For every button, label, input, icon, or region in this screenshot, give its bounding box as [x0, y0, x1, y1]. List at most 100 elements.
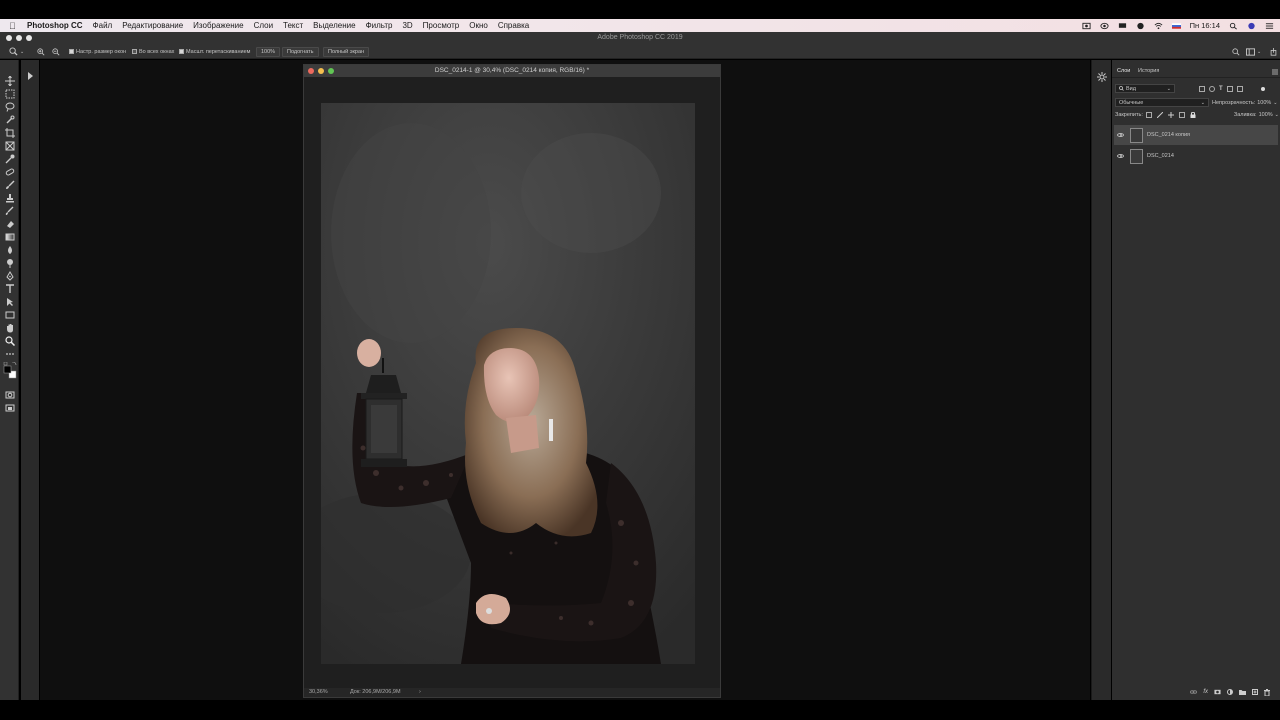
new-group-icon[interactable] — [1239, 689, 1246, 695]
minimize-window-button[interactable] — [16, 35, 22, 41]
clock[interactable]: Пн 16:14 — [1190, 21, 1220, 30]
menu-3d[interactable]: 3D — [402, 21, 412, 30]
layer-name[interactable]: DSC_0214 — [1147, 153, 1174, 159]
filter-adjustment-icon[interactable] — [1209, 85, 1215, 92]
more-tools-icon[interactable] — [5, 349, 15, 359]
zoom-tool-icon[interactable] — [5, 336, 15, 346]
siri-icon[interactable] — [1247, 22, 1256, 30]
move-tool-icon[interactable] — [5, 76, 15, 86]
menu-filter[interactable]: Фильтр — [366, 21, 393, 30]
blend-mode-select[interactable]: Обычные ⌄ — [1115, 98, 1209, 107]
link-layers-icon[interactable] — [1190, 689, 1198, 695]
menu-image[interactable]: Изображение — [193, 21, 243, 30]
layer-style-fx-icon[interactable]: fx — [1203, 689, 1208, 696]
tab-layers[interactable]: Слои — [1117, 68, 1130, 74]
lock-image-icon[interactable] — [1156, 112, 1163, 118]
layer-row[interactable]: DSC_0214 — [1114, 146, 1278, 166]
layer-name[interactable]: DSC_0214 копия — [1147, 132, 1190, 138]
screen-record-icon[interactable] — [1082, 22, 1091, 30]
menu-layer[interactable]: Слои — [254, 21, 273, 30]
brush-tool-icon[interactable] — [5, 180, 15, 190]
menu-select[interactable]: Выделение — [313, 21, 355, 30]
color-swatches-icon[interactable] — [3, 362, 17, 380]
cast-icon[interactable] — [1118, 22, 1127, 30]
doc-minimize-button[interactable] — [318, 68, 324, 74]
type-tool-icon[interactable] — [5, 284, 15, 294]
path-selection-tool-icon[interactable] — [5, 297, 15, 307]
filter-smart-object-icon[interactable] — [1236, 85, 1243, 92]
eraser-tool-icon[interactable] — [5, 219, 15, 229]
menu-file[interactable]: Файл — [93, 21, 113, 30]
battery-icon[interactable] — [1136, 22, 1145, 30]
chevron-down-icon[interactable]: ⌄ — [1273, 100, 1277, 106]
menu-view[interactable]: Просмотр — [423, 21, 460, 30]
zoom-tool-preset[interactable]: ⌄ — [9, 44, 24, 59]
add-mask-icon[interactable] — [1214, 689, 1221, 695]
layer-row-selected[interactable]: DSC_0214 копия — [1114, 125, 1278, 145]
zoom-100-button[interactable]: 100% — [256, 44, 281, 59]
lock-transparent-icon[interactable] — [1145, 112, 1152, 118]
apple-menu-icon[interactable]:  — [9, 21, 23, 31]
gradient-tool-icon[interactable] — [5, 232, 15, 242]
tab-history[interactable]: История — [1138, 68, 1159, 74]
menu-window[interactable]: Окно — [469, 21, 488, 30]
doc-close-button[interactable] — [308, 68, 314, 74]
menu-edit[interactable]: Редактирование — [122, 21, 183, 30]
doc-zoom-button[interactable] — [328, 68, 334, 74]
opacity-value[interactable]: 100% — [1257, 100, 1271, 106]
adjustment-layer-icon[interactable] — [1227, 689, 1233, 695]
share-button[interactable] — [1270, 44, 1277, 59]
flag-icon[interactable] — [1171, 22, 1181, 30]
quick-mask-icon[interactable] — [5, 390, 15, 400]
expand-panel-icon[interactable] — [27, 72, 34, 80]
lock-all-icon[interactable] — [1190, 112, 1196, 118]
layer-filter-select[interactable]: Вид ⌄ — [1115, 84, 1175, 93]
status-menu-arrow-icon[interactable]: › — [419, 689, 421, 695]
pen-tool-icon[interactable] — [5, 271, 15, 281]
zoom-in-button[interactable] — [37, 44, 45, 59]
fill-value[interactable]: 100% — [1259, 112, 1273, 118]
visibility-eye-icon[interactable] — [1117, 154, 1124, 158]
crop-tool-icon[interactable] — [5, 128, 15, 138]
visibility-eye-icon[interactable] — [1117, 133, 1124, 137]
lock-artboard-icon[interactable] — [1178, 112, 1185, 118]
dodge-tool-icon[interactable] — [5, 258, 15, 268]
workspace-button[interactable]: ⌄ — [1246, 44, 1261, 59]
zoom-out-button[interactable] — [52, 44, 60, 59]
all-windows-checkbox[interactable]: Во всех окнах — [132, 44, 174, 59]
zoom-level[interactable]: 30,36% — [309, 689, 328, 695]
close-window-button[interactable] — [6, 35, 12, 41]
screen-mode-icon[interactable] — [5, 403, 15, 413]
scrubby-zoom-checkbox[interactable]: Масшт. перетаскиванием — [179, 44, 250, 59]
adjustments-icon[interactable] — [1097, 72, 1107, 82]
wifi-icon[interactable] — [1154, 22, 1163, 30]
healing-brush-tool-icon[interactable] — [5, 167, 15, 177]
filter-pixel-icon[interactable] — [1199, 85, 1205, 92]
filter-toggle-icon[interactable] — [1260, 86, 1265, 91]
clone-stamp-tool-icon[interactable] — [5, 193, 15, 203]
document-size[interactable]: Док: 206,9M/206,9M — [350, 689, 401, 695]
eyedropper-tool-icon[interactable] — [5, 154, 15, 164]
eye-icon[interactable] — [1100, 22, 1109, 30]
lasso-tool-icon[interactable] — [5, 102, 15, 112]
filter-shape-icon[interactable] — [1226, 85, 1233, 92]
history-brush-tool-icon[interactable] — [5, 206, 15, 216]
delete-layer-icon[interactable] — [1264, 689, 1270, 696]
new-layer-icon[interactable] — [1252, 689, 1258, 695]
lock-position-icon[interactable] — [1167, 112, 1174, 118]
frame-tool-icon[interactable] — [5, 141, 15, 151]
marquee-tool-icon[interactable] — [5, 89, 15, 99]
search-button[interactable] — [1232, 44, 1240, 59]
app-menu[interactable]: Photoshop CC — [27, 21, 83, 30]
panel-menu-icon[interactable] — [1272, 69, 1278, 75]
zoom-window-button[interactable] — [26, 35, 32, 41]
menu-help[interactable]: Справка — [498, 21, 529, 30]
document-title-bar[interactable]: DSC_0214-1 @ 30,4% (DSC_0214 копия, RGB/… — [304, 65, 720, 77]
chevron-down-icon[interactable]: ⌄ — [1275, 112, 1279, 118]
notification-icon[interactable] — [1265, 22, 1274, 30]
filter-type-icon[interactable]: T — [1219, 86, 1223, 92]
quick-selection-tool-icon[interactable] — [5, 115, 15, 125]
rectangle-tool-icon[interactable] — [5, 310, 15, 320]
blur-tool-icon[interactable] — [5, 245, 15, 255]
menu-type[interactable]: Текст — [283, 21, 303, 30]
